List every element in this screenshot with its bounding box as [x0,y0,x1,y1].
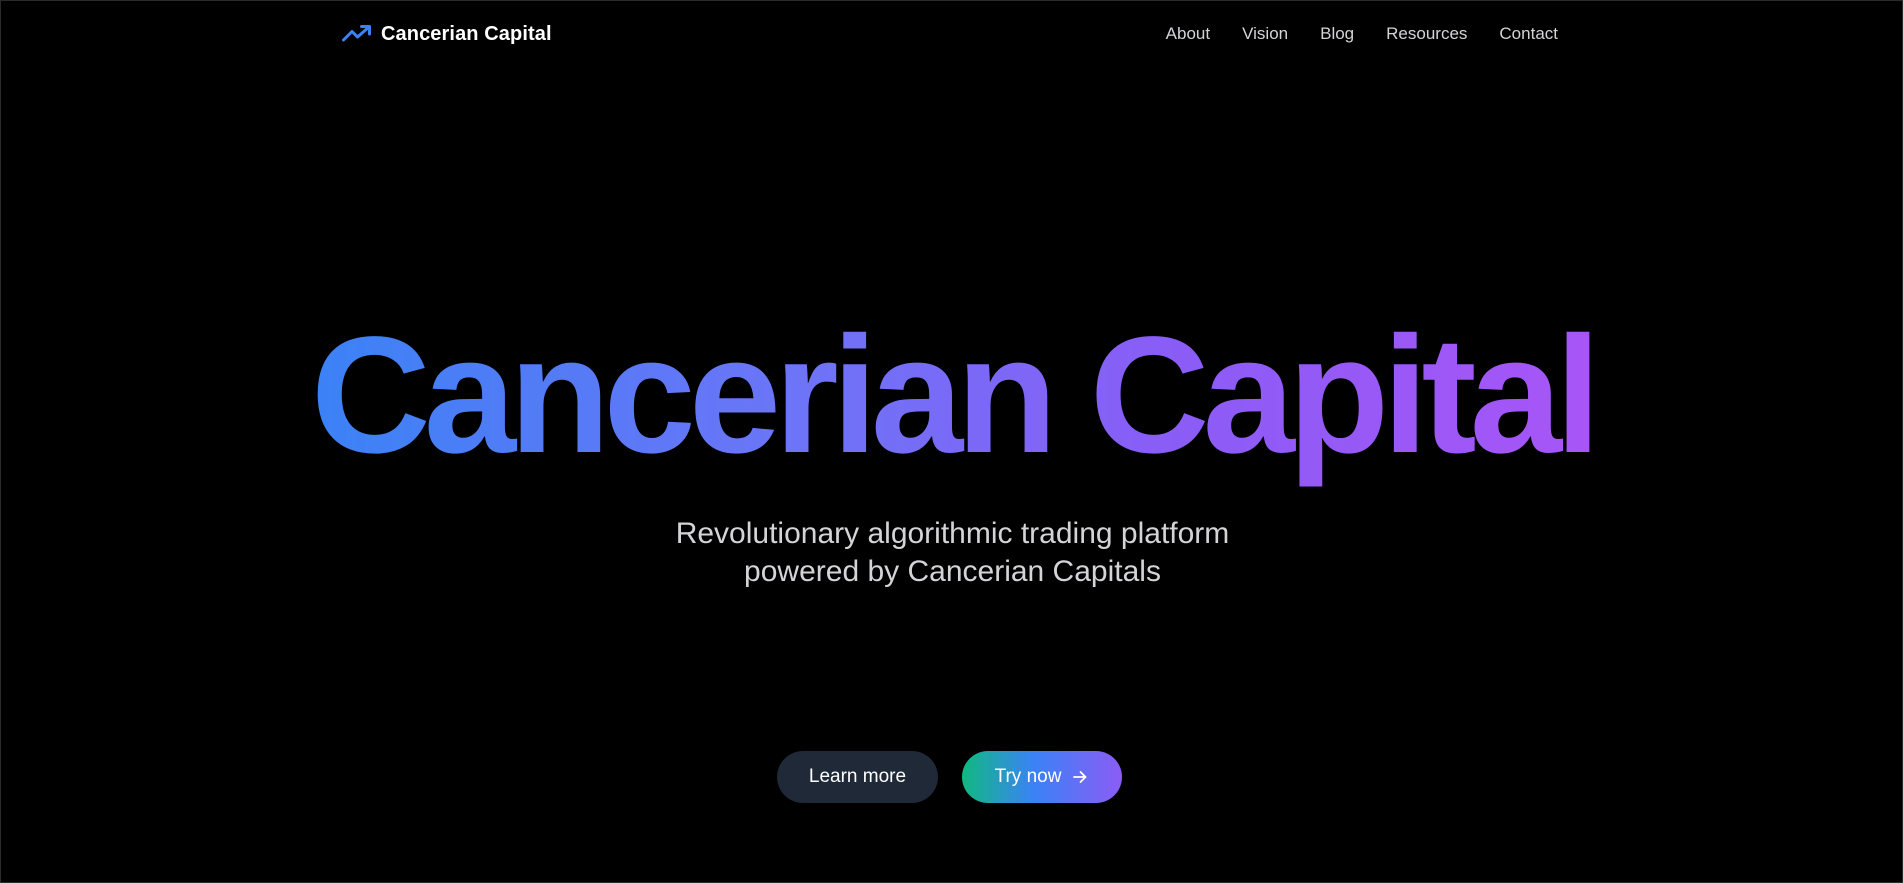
nav-links: About Vision Blog Resources Contact [1166,24,1558,44]
hero-actions: Learn more Try now [777,751,1122,803]
trending-up-icon [342,25,371,42]
hero-title: Cancerian Capital [1,306,1903,486]
arrow-right-icon [1073,771,1087,783]
hero-subtitle: Revolutionary algorithmic trading platfo… [1,515,1903,591]
brand-name: Cancerian Capital [381,22,552,45]
hero-subtitle-line-1: Revolutionary algorithmic trading platfo… [675,517,1230,550]
top-navigation: Cancerian Capital About Vision Blog Reso… [342,1,1558,67]
nav-link-vision[interactable]: Vision [1242,24,1288,44]
try-now-label: Try now [994,766,1062,787]
learn-more-button[interactable]: Learn more [777,751,938,803]
nav-link-about[interactable]: About [1166,24,1210,44]
hero-title-text: Cancerian Capital [310,303,1601,488]
landing-page: Cancerian Capital About Vision Blog Reso… [0,0,1903,883]
nav-link-resources[interactable]: Resources [1386,24,1467,44]
learn-more-label: Learn more [808,766,907,787]
brand-logo-link[interactable]: Cancerian Capital [342,23,552,46]
nav-link-contact[interactable]: Contact [1499,24,1558,44]
hero-subtitle-line-2: powered by Cancerian Capitals [744,555,1161,588]
try-now-button[interactable]: Try now [962,751,1122,803]
nav-link-blog[interactable]: Blog [1320,24,1354,44]
